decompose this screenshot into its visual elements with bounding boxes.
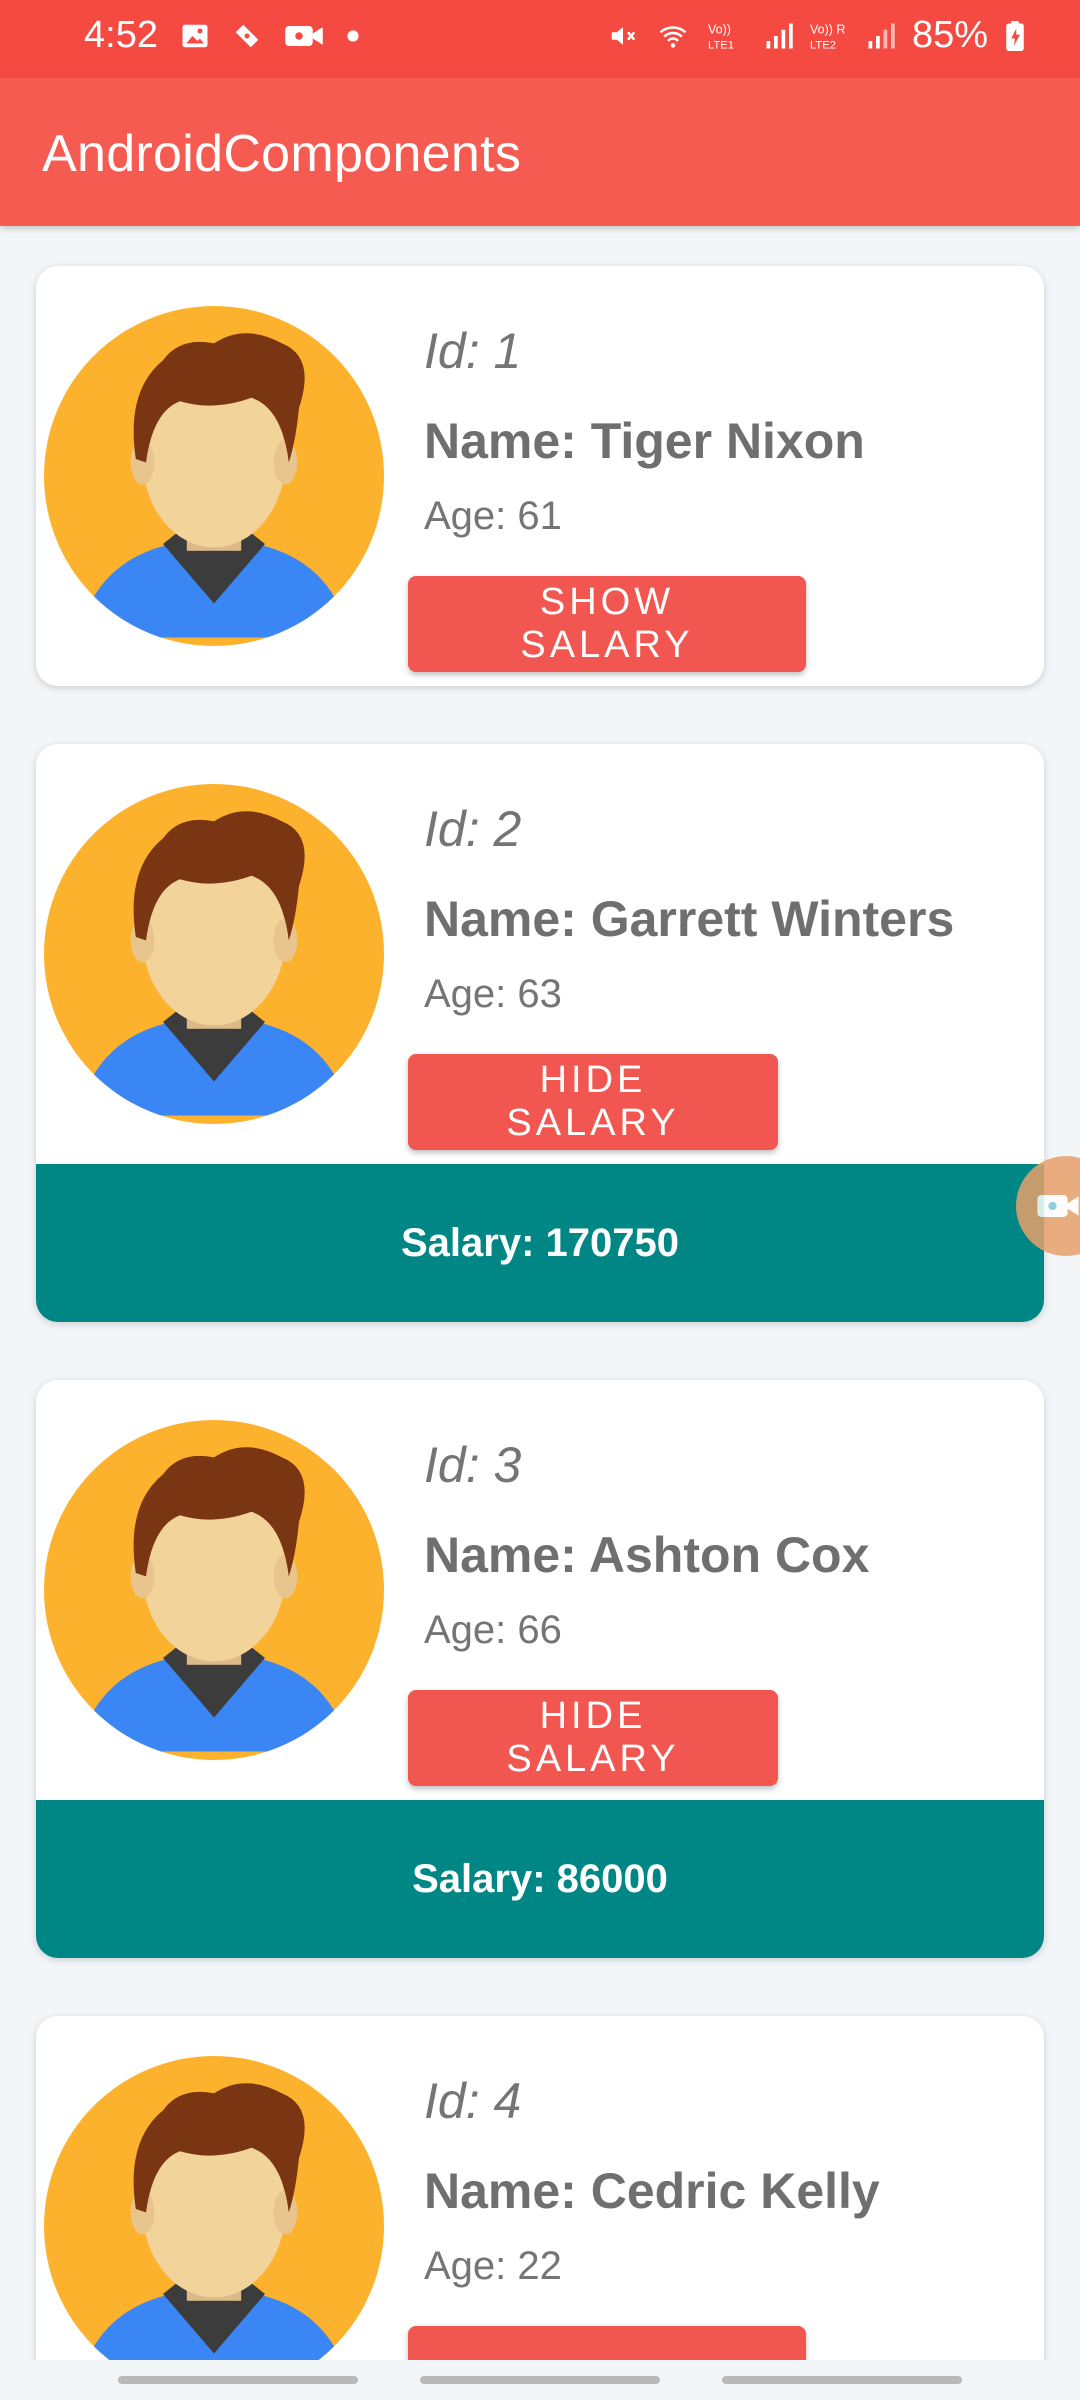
salary-toggle-button[interactable] xyxy=(408,2326,806,2360)
status-time: 4:52 xyxy=(84,14,158,56)
salary-bar: Salary: 86000 xyxy=(36,1800,1044,1958)
video-camera-icon xyxy=(285,25,323,46)
employee-id: Id: 1 xyxy=(424,323,522,379)
volte-lte2-icon: Vo)) R LTE2 xyxy=(810,22,845,51)
hide-salary-button[interactable]: HIDE SALARY xyxy=(408,1690,778,1786)
signal-roaming-icon xyxy=(868,23,895,48)
status-bar: 4:52 Vo)) LTE1 Vo)) R LTE2 85% xyxy=(0,0,1080,78)
employee-info: Id: 2 Name: Garrett Winters Age: 63 xyxy=(424,800,1024,1024)
employee-age: Age: 22 xyxy=(424,2244,562,2288)
video-camera-icon xyxy=(1037,1195,1079,1217)
employee-id: Id: 4 xyxy=(424,2073,522,2129)
avatar-icon xyxy=(44,306,384,646)
nav-home-handle[interactable] xyxy=(420,2376,660,2384)
employee-card: Id: 1 Name: Tiger Nixon Age: 61 SHOW SAL… xyxy=(36,266,1044,686)
status-left: 4:52 xyxy=(84,14,360,57)
employee-info: Id: 3 Name: Ashton Cox Age: 66 xyxy=(424,1436,1024,1660)
employee-card: Id: 2 Name: Garrett Winters Age: 63 HIDE… xyxy=(36,744,1044,1322)
employee-name: Name: Ashton Cox xyxy=(424,1527,870,1583)
employee-card: Id: 4 Name: Cedric Kelly Age: 22 xyxy=(36,2016,1044,2360)
ticket-icon xyxy=(235,24,259,47)
volte-lte1-icon: Vo)) LTE1 xyxy=(708,22,734,51)
nav-back-handle[interactable] xyxy=(722,2376,962,2384)
navigation-bar xyxy=(0,2360,1080,2400)
mute-icon xyxy=(611,26,636,45)
svg-text:Vo)): Vo)) xyxy=(708,22,731,36)
gallery-icon xyxy=(182,24,208,47)
employee-info: Id: 4 Name: Cedric Kelly Age: 22 xyxy=(424,2072,1024,2296)
employee-card: Id: 3 Name: Ashton Cox Age: 66 HIDE SALA… xyxy=(36,1380,1044,1958)
employee-age: Age: 63 xyxy=(424,972,562,1016)
svg-text:LTE2: LTE2 xyxy=(810,39,836,51)
app-bar: AndroidComponents xyxy=(0,78,1080,226)
employee-id: Id: 2 xyxy=(424,801,522,857)
show-salary-button[interactable]: SHOW SALARY xyxy=(408,576,806,672)
employee-age: Age: 61 xyxy=(424,494,562,538)
status-right: Vo)) LTE1 Vo)) R LTE2 85% xyxy=(608,14,1026,57)
dot-icon xyxy=(347,29,359,42)
app-title: AndroidComponents xyxy=(42,125,522,183)
wifi-icon xyxy=(659,25,687,48)
hide-salary-button[interactable]: HIDE SALARY xyxy=(408,1054,778,1150)
employee-list[interactable]: Id: 1 Name: Tiger Nixon Age: 61 SHOW SAL… xyxy=(0,226,1080,2360)
employee-age: Age: 66 xyxy=(424,1608,562,1652)
salary-bar: Salary: 170750 xyxy=(36,1164,1044,1322)
svg-text:LTE1: LTE1 xyxy=(708,39,734,51)
employee-name: Name: Garrett Winters xyxy=(424,891,955,947)
signal-icon xyxy=(766,23,793,48)
employee-info: Id: 1 Name: Tiger Nixon Age: 61 xyxy=(424,322,1024,546)
battery-percent: 85% xyxy=(911,14,988,56)
avatar-icon xyxy=(44,1420,384,1760)
employee-name: Name: Cedric Kelly xyxy=(424,2163,880,2219)
nav-recents-handle[interactable] xyxy=(118,2376,358,2384)
salary-text: Salary: 170750 xyxy=(400,1220,679,1265)
svg-text:Vo)) R: Vo)) R xyxy=(810,22,845,36)
battery-charging-icon xyxy=(1006,20,1024,51)
employee-name: Name: Tiger Nixon xyxy=(424,413,865,469)
salary-text: Salary: 86000 xyxy=(412,1856,668,1901)
avatar-icon xyxy=(44,784,384,1124)
avatar-icon xyxy=(44,2056,384,2360)
employee-id: Id: 3 xyxy=(424,1437,522,1493)
